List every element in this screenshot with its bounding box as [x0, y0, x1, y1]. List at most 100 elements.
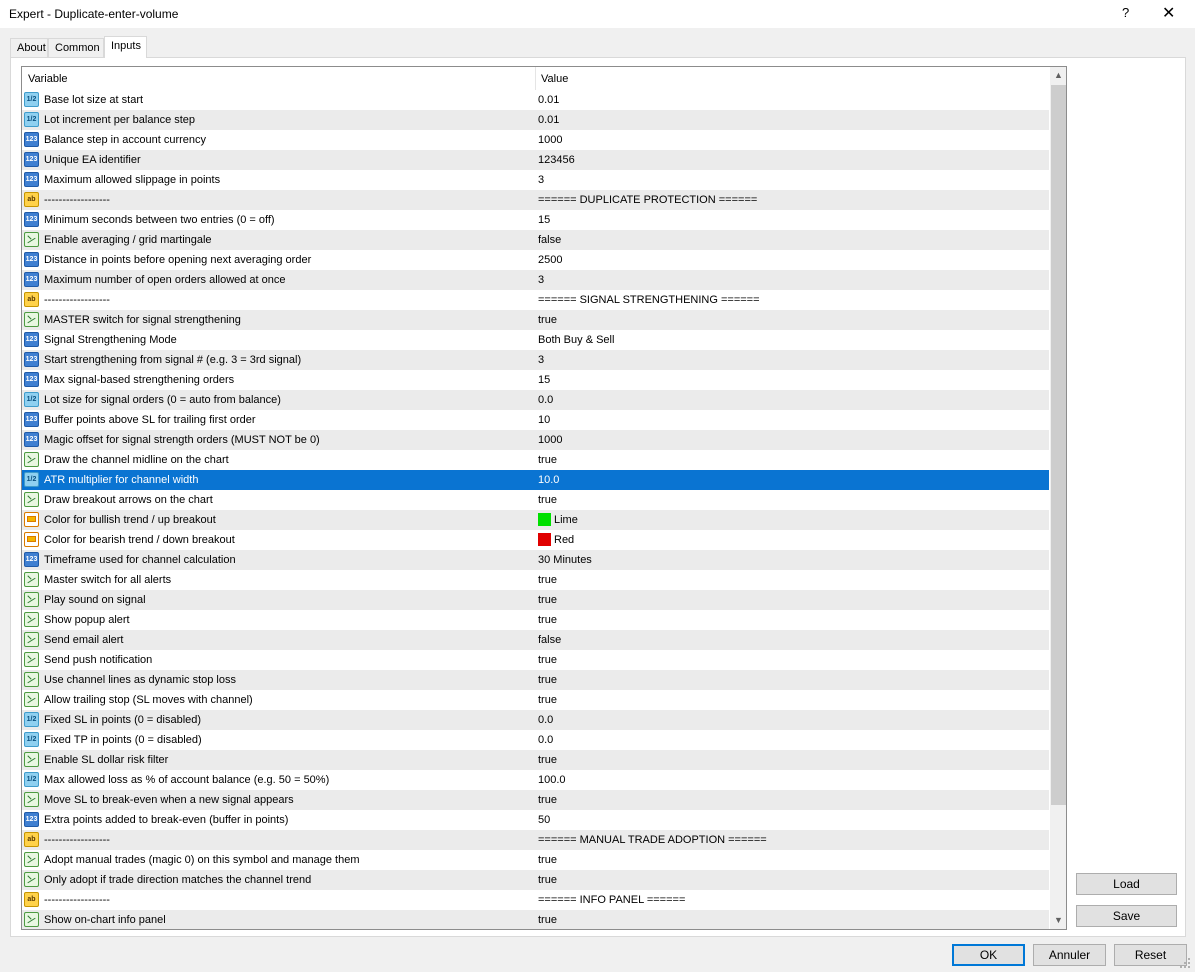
save-button[interactable]: Save [1076, 905, 1177, 927]
close-icon[interactable]: ✕ [1162, 3, 1175, 23]
variable-cell[interactable]: ab ------------------ [22, 830, 534, 850]
value-cell[interactable]: Lime [538, 510, 1046, 530]
table-row[interactable]: Move SL to break-even when a new signal … [22, 790, 1049, 810]
value-cell[interactable]: 2500 [538, 250, 1046, 270]
value-cell[interactable]: 1000 [538, 130, 1046, 150]
table-row[interactable]: 1/2 Fixed TP in points (0 = disabled) 0.0 [22, 730, 1049, 750]
tab-about[interactable]: About [10, 38, 48, 57]
table-row[interactable]: ab ------------------ ====== INFO PANEL ==… [22, 890, 1049, 910]
table-row[interactable]: 123 Extra points added to break-even (buf… [22, 810, 1049, 830]
cancel-button[interactable]: Annuler [1033, 944, 1106, 966]
value-cell[interactable]: true [538, 650, 1046, 670]
table-row[interactable]: Enable averaging / grid martingale false [22, 230, 1049, 250]
variable-cell[interactable]: 1/2 Fixed TP in points (0 = disabled) [22, 730, 534, 750]
table-row[interactable]: ab ------------------ ====== SIGNAL STRENG… [22, 290, 1049, 310]
variable-cell[interactable]: Send email alert [22, 630, 534, 650]
variable-cell[interactable]: Show on-chart info panel [22, 910, 534, 929]
variable-cell[interactable]: Color for bearish trend / down breakout [22, 530, 534, 550]
variable-cell[interactable]: 123 Start strengthening from signal # (e.… [22, 350, 534, 370]
value-cell[interactable]: 0.01 [538, 110, 1046, 130]
table-row[interactable]: 123 Unique EA identifier 123456 [22, 150, 1049, 170]
reset-button[interactable]: Reset [1114, 944, 1187, 966]
variable-cell[interactable]: ab ------------------ [22, 190, 534, 210]
value-cell[interactable]: true [538, 670, 1046, 690]
table-row[interactable]: ab ------------------ ====== DUPLICATE PRO… [22, 190, 1049, 210]
value-cell[interactable]: 10.0 [538, 470, 1046, 490]
variable-cell[interactable]: 123 Extra points added to break-even (buf… [22, 810, 534, 830]
value-cell[interactable]: 30 Minutes [538, 550, 1046, 570]
value-cell[interactable]: 100.0 [538, 770, 1046, 790]
table-row[interactable]: 123 Timeframe used for channel calculatio… [22, 550, 1049, 570]
variable-cell[interactable]: 123 Distance in points before opening nex… [22, 250, 534, 270]
variable-cell[interactable]: 123 Signal Strengthening Mode [22, 330, 534, 350]
value-cell[interactable]: ====== SIGNAL STRENGTHENING ====== [538, 290, 1046, 310]
value-cell[interactable]: true [538, 310, 1046, 330]
variable-cell[interactable]: Move SL to break-even when a new signal … [22, 790, 534, 810]
variable-cell[interactable]: 1/2 Base lot size at start [22, 90, 534, 110]
vertical-scrollbar[interactable]: ▲ ▼ [1050, 67, 1066, 929]
table-row[interactable]: 1/2 Lot size for signal orders (0 = auto … [22, 390, 1049, 410]
variable-cell[interactable]: Enable averaging / grid martingale [22, 230, 534, 250]
table-row[interactable]: Adopt manual trades (magic 0) on this sy… [22, 850, 1049, 870]
variable-cell[interactable]: Only adopt if trade direction matches th… [22, 870, 534, 890]
variable-cell[interactable]: 1/2 ATR multiplier for channel width [22, 470, 534, 490]
table-row[interactable]: Color for bullish trend / up breakout Lim… [22, 510, 1049, 530]
table-row[interactable]: 123 Balance step in account currency 1000 [22, 130, 1049, 150]
value-cell[interactable]: true [538, 490, 1046, 510]
variable-cell[interactable]: Send push notification [22, 650, 534, 670]
variable-cell[interactable]: Show popup alert [22, 610, 534, 630]
table-row[interactable]: 1/2 Max allowed loss as % of account bala… [22, 770, 1049, 790]
variable-cell[interactable]: Allow trailing stop (SL moves with chann… [22, 690, 534, 710]
table-row[interactable]: 1/2 ATR multiplier for channel width 10.0 [22, 470, 1049, 490]
table-row[interactable]: 123 Buffer points above SL for trailing f… [22, 410, 1049, 430]
variable-cell[interactable]: 123 Magic offset for signal strength orde… [22, 430, 534, 450]
variable-cell[interactable]: Draw the channel midline on the chart [22, 450, 534, 470]
variable-cell[interactable]: 123 Timeframe used for channel calculatio… [22, 550, 534, 570]
resize-grip-icon[interactable] [1178, 956, 1192, 970]
value-cell[interactable]: 123456 [538, 150, 1046, 170]
tab-common[interactable]: Common [48, 38, 104, 57]
variable-cell[interactable]: 123 Balance step in account currency [22, 130, 534, 150]
value-cell[interactable]: false [538, 630, 1046, 650]
value-cell[interactable]: true [538, 690, 1046, 710]
variable-cell[interactable]: Play sound on signal [22, 590, 534, 610]
table-row[interactable]: Draw the channel midline on the chart tru… [22, 450, 1049, 470]
value-cell[interactable]: Both Buy & Sell [538, 330, 1046, 350]
value-cell[interactable]: true [538, 450, 1046, 470]
scroll-thumb[interactable] [1051, 85, 1066, 805]
value-cell[interactable]: true [538, 570, 1046, 590]
variable-cell[interactable]: 123 Max signal-based strengthening orders [22, 370, 534, 390]
value-cell[interactable]: false [538, 230, 1046, 250]
value-cell[interactable]: 10 [538, 410, 1046, 430]
variable-cell[interactable]: 123 Buffer points above SL for trailing f… [22, 410, 534, 430]
header-variable[interactable]: Variable [22, 67, 536, 90]
table-row[interactable]: 123 Magic offset for signal strength orde… [22, 430, 1049, 450]
variable-cell[interactable]: 1/2 Lot size for signal orders (0 = auto … [22, 390, 534, 410]
table-row[interactable]: 123 Start strengthening from signal # (e.… [22, 350, 1049, 370]
table-row[interactable]: ab ------------------ ====== MANUAL TRADE … [22, 830, 1049, 850]
table-row[interactable]: Show popup alert true [22, 610, 1049, 630]
value-cell[interactable]: true [538, 910, 1046, 929]
variable-cell[interactable]: Draw breakout arrows on the chart [22, 490, 534, 510]
value-cell[interactable]: 0.0 [538, 710, 1046, 730]
load-button[interactable]: Load [1076, 873, 1177, 895]
table-row[interactable]: Draw breakout arrows on the chart true [22, 490, 1049, 510]
scroll-up-icon[interactable]: ▲ [1050, 67, 1066, 84]
value-cell[interactable]: ====== INFO PANEL ====== [538, 890, 1046, 910]
table-row[interactable]: 123 Distance in points before opening nex… [22, 250, 1049, 270]
table-row[interactable]: 123 Signal Strengthening Mode Both Buy & S… [22, 330, 1049, 350]
table-row[interactable]: MASTER switch for signal strengthening tr… [22, 310, 1049, 330]
table-row[interactable]: 1/2 Base lot size at start 0.01 [22, 90, 1049, 110]
variable-cell[interactable]: 123 Maximum number of open orders allowed… [22, 270, 534, 290]
value-cell[interactable]: 15 [538, 210, 1046, 230]
variable-cell[interactable]: Enable SL dollar risk filter [22, 750, 534, 770]
value-cell[interactable]: true [538, 850, 1046, 870]
table-row[interactable]: 123 Maximum number of open orders allowed… [22, 270, 1049, 290]
value-cell[interactable]: 3 [538, 270, 1046, 290]
value-cell[interactable]: true [538, 870, 1046, 890]
variable-cell[interactable]: ab ------------------ [22, 290, 534, 310]
table-row[interactable]: Send push notification true [22, 650, 1049, 670]
value-cell[interactable]: 3 [538, 170, 1046, 190]
value-cell[interactable]: ====== MANUAL TRADE ADOPTION ====== [538, 830, 1046, 850]
value-cell[interactable]: true [538, 610, 1046, 630]
